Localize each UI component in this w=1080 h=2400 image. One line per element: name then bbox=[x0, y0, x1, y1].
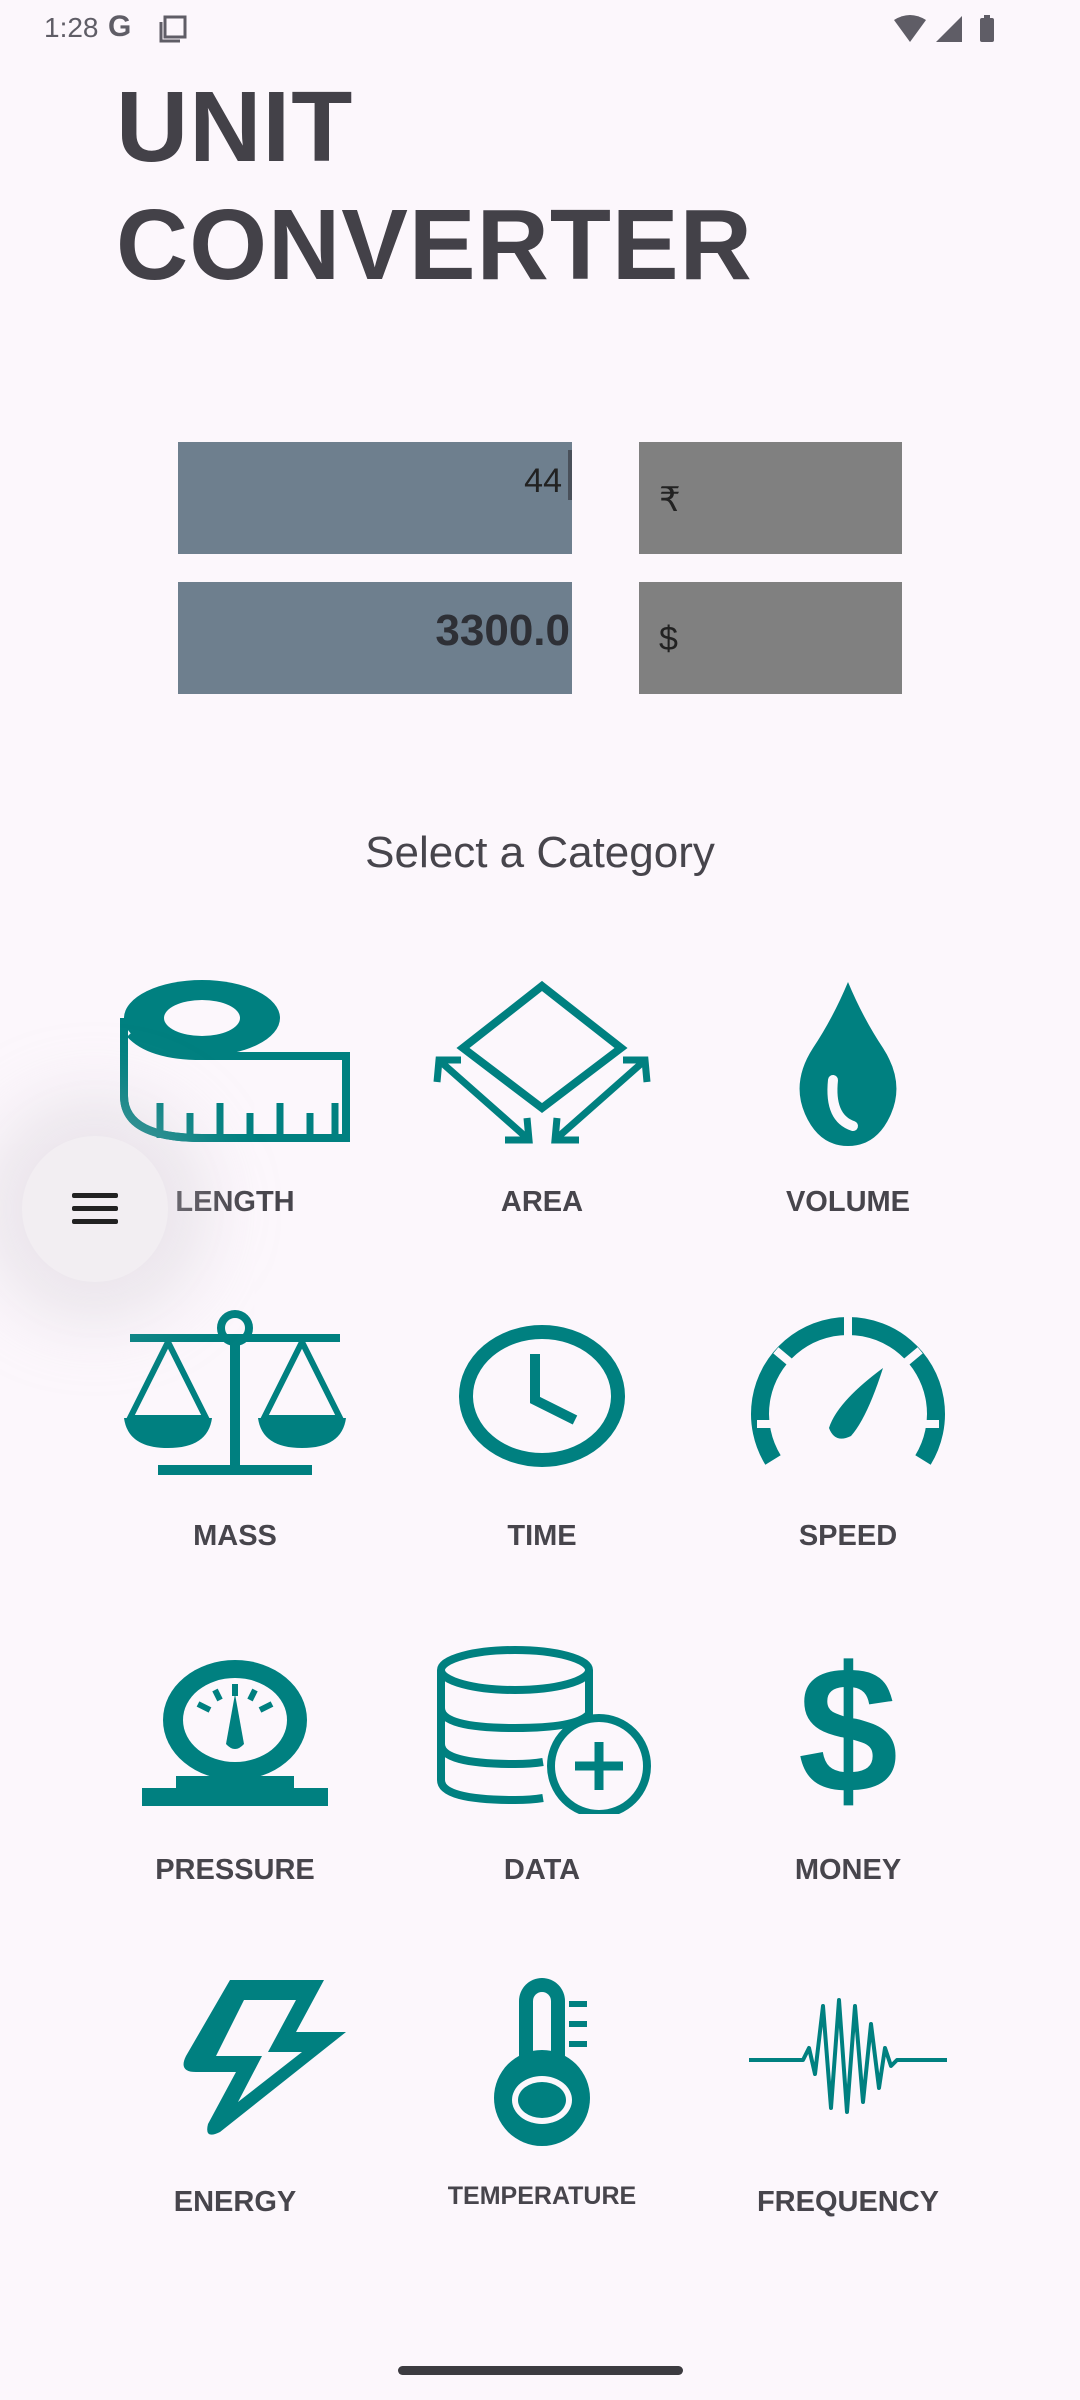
category-area[interactable]: AREA bbox=[392, 978, 692, 1238]
status-time: 1:28 bbox=[44, 12, 99, 43]
category-label: FREQUENCY bbox=[756, 2186, 940, 2218]
input-currency-select[interactable]: ₹ bbox=[639, 442, 902, 554]
speedometer-icon bbox=[751, 1316, 945, 1465]
thermometer-icon bbox=[494, 1978, 590, 2146]
category-data[interactable]: DATA bbox=[392, 1644, 692, 1904]
signal-icon bbox=[936, 16, 962, 42]
google-icon: G bbox=[108, 10, 132, 43]
area-icon bbox=[433, 980, 651, 1144]
app-title: UNIT CONVERTER bbox=[116, 68, 753, 304]
app-title-line1: UNIT bbox=[116, 71, 354, 183]
battery-icon bbox=[980, 15, 994, 42]
category-label: TEMPERATURE bbox=[447, 2182, 637, 2210]
category-label: ENERGY bbox=[173, 2186, 297, 2218]
text-cursor bbox=[568, 450, 572, 500]
category-temperature[interactable]: TEMPERATURE bbox=[392, 1976, 692, 2236]
status-right-icons bbox=[894, 15, 994, 42]
category-label: AREA bbox=[500, 1186, 584, 1218]
wifi-icon bbox=[894, 15, 926, 42]
app-title-line2: CONVERTER bbox=[116, 189, 753, 301]
output-value: 3300.0 bbox=[435, 606, 570, 655]
measuring-tape-icon bbox=[120, 980, 350, 1142]
input-value: 44 bbox=[524, 462, 562, 500]
category-label: MONEY bbox=[794, 1854, 902, 1886]
lightning-icon bbox=[183, 1980, 346, 2135]
category-money[interactable]: $ MONEY bbox=[698, 1644, 998, 1904]
pressure-gauge-icon bbox=[142, 1660, 328, 1806]
water-drop-icon bbox=[799, 982, 897, 1146]
category-mass[interactable]: MASS bbox=[85, 1310, 385, 1570]
menu-icon bbox=[72, 1193, 118, 1198]
category-label: SPEED bbox=[798, 1520, 898, 1552]
home-indicator[interactable] bbox=[398, 2366, 683, 2375]
input-value-field[interactable]: 44 bbox=[178, 442, 572, 554]
menu-fab-button[interactable] bbox=[22, 1136, 168, 1282]
category-label: TIME bbox=[507, 1520, 577, 1552]
output-value-field[interactable]: 3300.0 bbox=[178, 582, 572, 694]
clock-icon bbox=[459, 1325, 625, 1467]
category-label: DATA bbox=[503, 1854, 581, 1886]
copy-icon bbox=[159, 15, 187, 43]
output-currency-symbol: $ bbox=[659, 620, 678, 658]
category-frequency[interactable]: FREQUENCY bbox=[698, 1976, 998, 2236]
waveform-icon bbox=[749, 1998, 947, 2114]
output-currency-select[interactable]: $ bbox=[639, 582, 902, 694]
menu-icon-bar bbox=[72, 1206, 118, 1211]
menu-icon-bar bbox=[72, 1219, 118, 1224]
svg-text:$: $ bbox=[798, 1644, 898, 1814]
category-speed[interactable]: SPEED bbox=[698, 1310, 998, 1570]
category-pressure[interactable]: PRESSURE bbox=[85, 1644, 385, 1904]
category-label: VOLUME bbox=[785, 1186, 911, 1218]
status-bar: 1:28 G bbox=[0, 0, 1080, 60]
dollar-icon: $ bbox=[798, 1644, 898, 1814]
category-label: PRESSURE bbox=[155, 1854, 315, 1886]
category-volume[interactable]: VOLUME bbox=[698, 978, 998, 1238]
category-label: MASS bbox=[193, 1520, 277, 1552]
database-add-icon bbox=[437, 1646, 651, 1814]
input-currency-symbol: ₹ bbox=[659, 481, 681, 519]
select-category-heading: Select a Category bbox=[365, 828, 715, 877]
scale-icon bbox=[124, 1310, 346, 1475]
category-time[interactable]: TIME bbox=[392, 1310, 692, 1570]
category-energy[interactable]: ENERGY bbox=[85, 1976, 385, 2236]
